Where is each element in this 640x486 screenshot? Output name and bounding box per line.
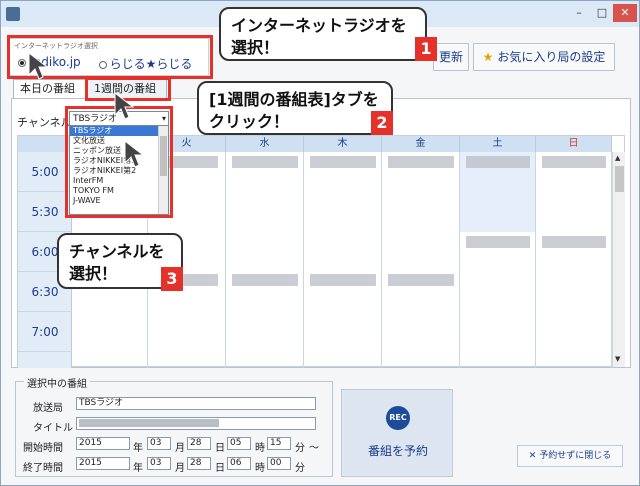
day-header-sun: 日 — [536, 136, 612, 152]
program-block[interactable] — [466, 156, 530, 168]
mouse-cursor-icon — [114, 91, 135, 120]
day-header-fri: 金 — [382, 136, 460, 152]
radio-rajiru[interactable]: らじる★らじる — [98, 55, 192, 72]
day-header-wed: 水 — [226, 136, 304, 152]
unit-hour: 時 — [255, 463, 265, 474]
channel-dropdown-list: TBSラジオ 文化放送 ニッポン放送 ラジオNIKKEI第1 ラジオNIKKEI… — [69, 125, 169, 215]
app-icon — [6, 7, 20, 21]
end-month-field[interactable]: 03 — [147, 457, 171, 470]
start-time-label: 開始時間 — [23, 443, 63, 454]
time-cell: 5:00 — [18, 152, 72, 192]
close-without-reserving-button[interactable]: ✕ 予約せずに閉じる — [517, 445, 623, 467]
callout-2: [1週間の番組表]タブをクリック！ — [197, 81, 393, 135]
unit-year: 年 — [133, 443, 143, 454]
maximize-button[interactable]: □ — [591, 4, 613, 22]
program-block[interactable] — [232, 274, 298, 286]
radio-group-legend: インターネットラジオ選択 — [14, 42, 98, 50]
unit-month: 月 — [175, 443, 185, 454]
unit-year: 年 — [133, 463, 143, 474]
scroll-thumb[interactable] — [615, 166, 624, 192]
program-block[interactable] — [388, 156, 454, 168]
program-block[interactable] — [542, 156, 606, 168]
day-column[interactable] — [304, 152, 382, 368]
end-hour-field[interactable]: 06 — [227, 457, 251, 470]
time-cell: 5:30 — [18, 192, 72, 232]
reserve-program-button[interactable]: REC 番組を予約 — [341, 389, 453, 477]
start-minute-field[interactable]: 15 — [267, 437, 291, 450]
star-icon: ★ — [482, 50, 494, 64]
unit-minute: 分 — [295, 463, 305, 474]
title-field[interactable] — [76, 417, 316, 430]
day-column[interactable] — [460, 152, 536, 368]
chevron-down-icon: ▾ — [161, 114, 166, 123]
dropdown-scroll-thumb[interactable] — [160, 136, 167, 176]
end-time-label: 終了時間 — [23, 463, 63, 474]
channel-option[interactable]: TOKYO FM — [70, 186, 158, 196]
minimize-button[interactable]: – — [568, 4, 590, 22]
program-block[interactable] — [310, 156, 376, 168]
channel-option[interactable]: J-WAVE — [70, 196, 158, 206]
day-column[interactable] — [226, 152, 304, 368]
day-header-thu: 木 — [304, 136, 382, 152]
tab-today[interactable]: 本日の番組表 — [13, 79, 89, 113]
channel-option[interactable]: InterFM — [70, 176, 158, 186]
channel-label: チャンネル — [17, 116, 72, 129]
selected-program-legend: 選択中の番組 — [24, 375, 90, 390]
reserve-label: 番組を予約 — [367, 444, 428, 458]
unit-day: 日 — [215, 463, 225, 474]
start-hour-field[interactable]: 05 — [227, 437, 251, 450]
mouse-cursor-icon — [124, 139, 145, 168]
day-header-sat: 土 — [460, 136, 536, 152]
program-block[interactable] — [542, 236, 606, 248]
mouse-cursor-icon — [28, 51, 49, 80]
start-month-field[interactable]: 03 — [147, 437, 171, 450]
step-1-badge: 1 — [415, 37, 437, 61]
time-cell: 7:00 — [18, 312, 72, 352]
schedule-scrollbar[interactable]: ▲ ▼ — [612, 152, 625, 367]
unit-hour: 時 — [255, 443, 265, 454]
unit-minute: 分 — [295, 443, 305, 454]
program-block[interactable] — [310, 274, 376, 286]
app-window: – □ ✕ インターネットラジオ選択 radiko.jp らじる★らじる 更新 … — [0, 0, 640, 486]
channel-option[interactable]: TBSラジオ — [70, 126, 158, 136]
start-year-field[interactable]: 2015 — [76, 437, 130, 450]
title-label: タイトル — [33, 423, 73, 434]
unit-day: 日 — [215, 443, 225, 454]
step-3-badge: 3 — [161, 267, 183, 291]
unit-month: 月 — [175, 463, 185, 474]
station-field[interactable]: TBSラジオ — [76, 397, 316, 410]
end-minute-field[interactable]: 00 — [267, 457, 291, 470]
range-mark: ～ — [309, 443, 319, 454]
update-button[interactable]: 更新 — [433, 43, 469, 71]
station-label: 放送局 — [33, 403, 63, 414]
favorite-stations-button[interactable]: ★ お気に入り局の設定 — [473, 43, 615, 71]
close-button[interactable]: ✕ — [613, 4, 637, 22]
day-column[interactable] — [536, 152, 612, 368]
scroll-down-icon[interactable]: ▼ — [615, 355, 620, 363]
program-block[interactable] — [466, 236, 530, 248]
program-block[interactable] — [232, 156, 298, 168]
radio-unselected-icon — [98, 60, 107, 69]
end-year-field[interactable]: 2015 — [76, 457, 130, 470]
radio-selected-icon — [18, 58, 26, 67]
step-2-badge: 2 — [371, 111, 393, 135]
rec-icon: REC — [386, 406, 410, 430]
corner-header — [18, 136, 72, 152]
callout-1: インターネットラジオを選択！ — [219, 7, 427, 61]
dropdown-scrollbar[interactable] — [158, 126, 168, 214]
day-column[interactable] — [382, 152, 460, 368]
program-block[interactable] — [388, 274, 454, 286]
end-day-field[interactable]: 28 — [187, 457, 211, 470]
start-day-field[interactable]: 28 — [187, 437, 211, 450]
scroll-up-icon[interactable]: ▲ — [615, 154, 620, 162]
